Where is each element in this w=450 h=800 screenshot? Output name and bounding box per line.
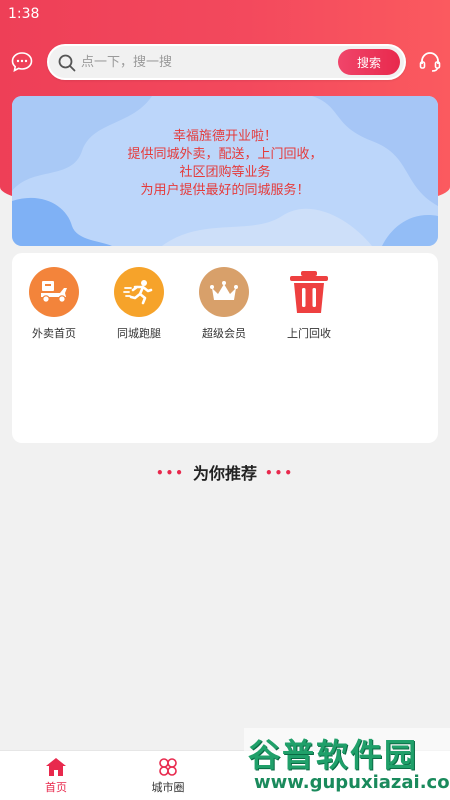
- service-menu: 外卖首页 同城跑腿 超级会员 上门回收: [12, 253, 438, 443]
- status-bar: 1:38: [0, 0, 450, 28]
- promo-banner[interactable]: 幸福旌德开业啦！ 提供同城外卖，配送，上门回收， 社区团购等业务 为用户提供最好…: [12, 96, 438, 246]
- recommend-dots-left: •••: [155, 466, 185, 480]
- menu-label: 外卖首页: [32, 327, 76, 340]
- crown-icon: [199, 267, 249, 317]
- banner-line: 提供同城外卖，配送，上门回收，: [127, 147, 323, 162]
- chat-icon[interactable]: [10, 50, 34, 74]
- banner-line: 幸福旌德开业啦！: [172, 129, 277, 144]
- menu-item-errand[interactable]: 同城跑腿: [104, 267, 174, 341]
- search-icon: [58, 54, 76, 72]
- banner-line: 社区团购等业务: [179, 165, 271, 180]
- menu-item-recycle[interactable]: 上门回收: [274, 267, 344, 341]
- menu-label: 超级会员: [202, 327, 246, 340]
- banner-text: 幸福旌德开业啦！ 提供同城外卖，配送，上门回收， 社区团购等业务 为用户提供最好…: [12, 128, 438, 200]
- search-input[interactable]: [81, 50, 321, 74]
- menu-label: 同城跑腿: [117, 327, 161, 340]
- customer-service-headset-icon[interactable]: [418, 50, 442, 74]
- running-man-icon: [114, 267, 164, 317]
- recommend-dots-right: •••: [265, 466, 295, 480]
- nav-label: 城市圈: [151, 781, 185, 794]
- menu-item-takeout[interactable]: 外卖首页: [19, 267, 89, 341]
- home-icon: [46, 758, 66, 776]
- menu-item-vip[interactable]: 超级会员: [189, 267, 259, 341]
- trash-bin-icon: [284, 267, 334, 317]
- search-row: 搜索: [0, 44, 450, 80]
- grid-circles-icon: [159, 758, 177, 776]
- watermark-title: 谷普软件园: [248, 736, 419, 774]
- search-button[interactable]: 搜索: [338, 49, 400, 75]
- recommend-header: ••• 为你推荐 •••: [0, 460, 450, 484]
- menu-label: 上门回收: [287, 327, 331, 340]
- watermark: 谷普软件园 www.gupuxiazai.com: [244, 728, 450, 800]
- status-time: 1:38: [8, 6, 40, 22]
- search-bar: 搜索: [47, 44, 406, 80]
- recommend-title: 为你推荐: [192, 464, 257, 483]
- watermark-url: www.gupuxiazai.com: [254, 772, 450, 793]
- banner-line: 为用户提供最好的同城服务！: [140, 183, 310, 198]
- nav-item-home[interactable]: 首页: [26, 757, 86, 795]
- nav-label: 首页: [45, 781, 67, 794]
- delivery-scooter-icon: [29, 267, 79, 317]
- nav-item-city-circle[interactable]: 城市圈: [138, 757, 198, 795]
